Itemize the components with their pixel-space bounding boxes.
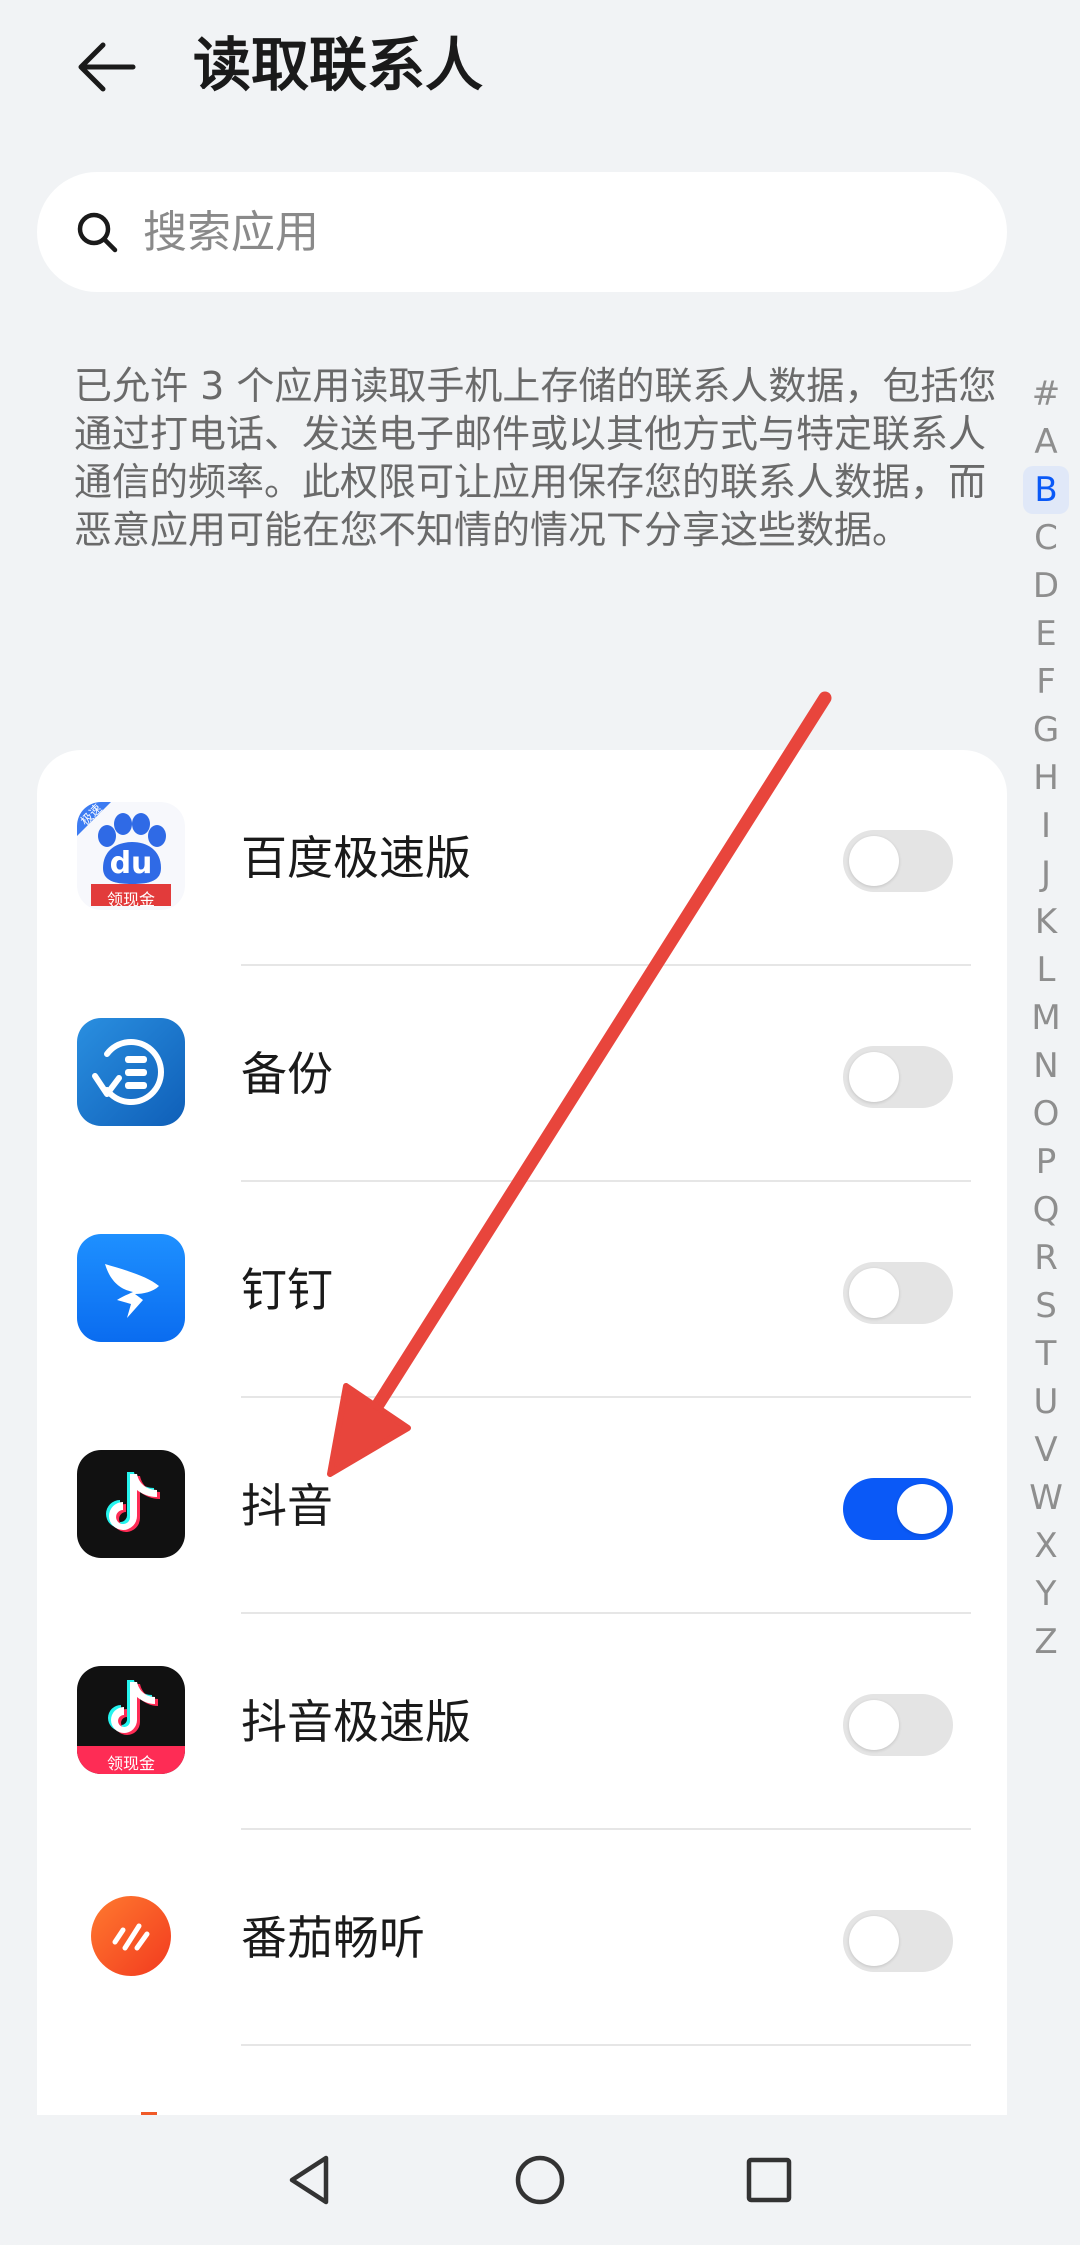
backup-icon <box>77 1018 185 1126</box>
app-list: 极速 du 领现金 百度极速版 备份 钉钉 抖音 领现金 抖音极速版 番茄畅听 <box>37 750 1007 2150</box>
back-button[interactable] <box>62 22 152 112</box>
nav-back-icon <box>289 2155 329 2205</box>
index-letter[interactable]: D <box>1023 562 1069 610</box>
index-letter[interactable]: F <box>1023 658 1069 706</box>
index-letter[interactable]: G <box>1023 706 1069 754</box>
index-letter[interactable]: Z <box>1023 1618 1069 1666</box>
nav-recents-button[interactable] <box>734 2145 804 2215</box>
list-item[interactable]: 番茄畅听 <box>37 1830 1007 2046</box>
index-letter[interactable]: H <box>1023 754 1069 802</box>
list-item[interactable]: 领现金 抖音极速版 <box>37 1614 1007 1830</box>
app-name: 番茄畅听 <box>241 1911 425 1965</box>
index-letter[interactable]: Q <box>1023 1186 1069 1234</box>
list-item[interactable]: 钉钉 <box>37 1182 1007 1398</box>
index-letter[interactable]: R <box>1023 1234 1069 1282</box>
index-letter[interactable]: S <box>1023 1282 1069 1330</box>
permission-toggle[interactable] <box>843 1910 953 1972</box>
baidu-badge-bottom: 领现金 <box>106 890 155 909</box>
top-app-bar: 读取联系人 <box>0 0 1080 140</box>
search-input[interactable] <box>143 172 963 292</box>
index-letter[interactable]: # <box>1023 370 1069 418</box>
nav-back-button[interactable] <box>275 2145 345 2215</box>
toggle-knob <box>897 1484 947 1534</box>
toggle-knob <box>849 1268 899 1318</box>
page-title: 读取联系人 <box>193 31 484 99</box>
index-letter[interactable]: V <box>1023 1426 1069 1474</box>
app-name: 备份 <box>241 1047 333 1101</box>
index-letter[interactable]: E <box>1023 610 1069 658</box>
douyin-icon <box>77 1450 185 1558</box>
permission-toggle[interactable] <box>843 1262 953 1324</box>
permission-toggle[interactable] <box>843 1478 953 1540</box>
nav-home-button[interactable] <box>505 2145 575 2215</box>
dingtalk-icon <box>77 1234 185 1342</box>
list-item[interactable]: 备份 <box>37 966 1007 1182</box>
divider <box>241 2044 971 2046</box>
index-letter[interactable]: L <box>1023 946 1069 994</box>
app-name: 百度极速版 <box>241 831 471 885</box>
index-letter[interactable]: J <box>1023 850 1069 898</box>
toggle-knob <box>849 836 899 886</box>
index-letter[interactable]: X <box>1023 1522 1069 1570</box>
permission-description: 已允许 3 个应用读取手机上存储的联系人数据，包括您通过打电话、发送电子邮件或以… <box>74 364 997 552</box>
index-letter[interactable]: W <box>1023 1474 1069 1522</box>
app-name: 钉钉 <box>241 1263 333 1317</box>
list-item[interactable]: 抖音 <box>37 1398 1007 1614</box>
nav-recents-icon <box>746 2157 792 2203</box>
toggle-knob <box>849 1916 899 1966</box>
search-bar[interactable] <box>37 172 1007 292</box>
index-letter[interactable]: B <box>1023 466 1069 514</box>
index-letter[interactable]: A <box>1023 418 1069 466</box>
index-letter[interactable]: U <box>1023 1378 1069 1426</box>
baidu-lite-icon: 极速 du 领现金 <box>77 802 185 910</box>
fanqie-listen-icon <box>77 1882 185 1990</box>
index-letter[interactable]: P <box>1023 1138 1069 1186</box>
nav-home-icon <box>515 2155 565 2205</box>
douyin-lite-badge: 领现金 <box>106 1754 155 1773</box>
system-nav-bar <box>0 2115 1080 2245</box>
search-icon <box>77 212 118 253</box>
index-letter[interactable]: Y <box>1023 1570 1069 1618</box>
back-arrow-icon <box>78 42 136 92</box>
toggle-knob <box>849 1052 899 1102</box>
toggle-knob <box>849 1700 899 1750</box>
permission-toggle[interactable] <box>843 1694 953 1756</box>
index-letter[interactable]: C <box>1023 514 1069 562</box>
permission-toggle[interactable] <box>843 830 953 892</box>
douyin-lite-icon: 领现金 <box>77 1666 185 1774</box>
alphabet-index-bar[interactable]: # A B C D E F G H I J K L M N O P Q R S T U V W X Y Z <box>1018 370 1074 1666</box>
index-letter[interactable]: N <box>1023 1042 1069 1090</box>
list-item[interactable]: 极速 du 领现金 百度极速版 <box>37 750 1007 966</box>
index-letter[interactable]: M <box>1023 994 1069 1042</box>
app-name: 抖音极速版 <box>241 1695 471 1749</box>
app-name: 抖音 <box>241 1479 333 1533</box>
index-letter[interactable]: K <box>1023 898 1069 946</box>
index-letter[interactable]: I <box>1023 802 1069 850</box>
index-letter[interactable]: T <box>1023 1330 1069 1378</box>
index-letter[interactable]: O <box>1023 1090 1069 1138</box>
permission-toggle[interactable] <box>843 1046 953 1108</box>
baidu-logo-text: du <box>109 846 153 881</box>
